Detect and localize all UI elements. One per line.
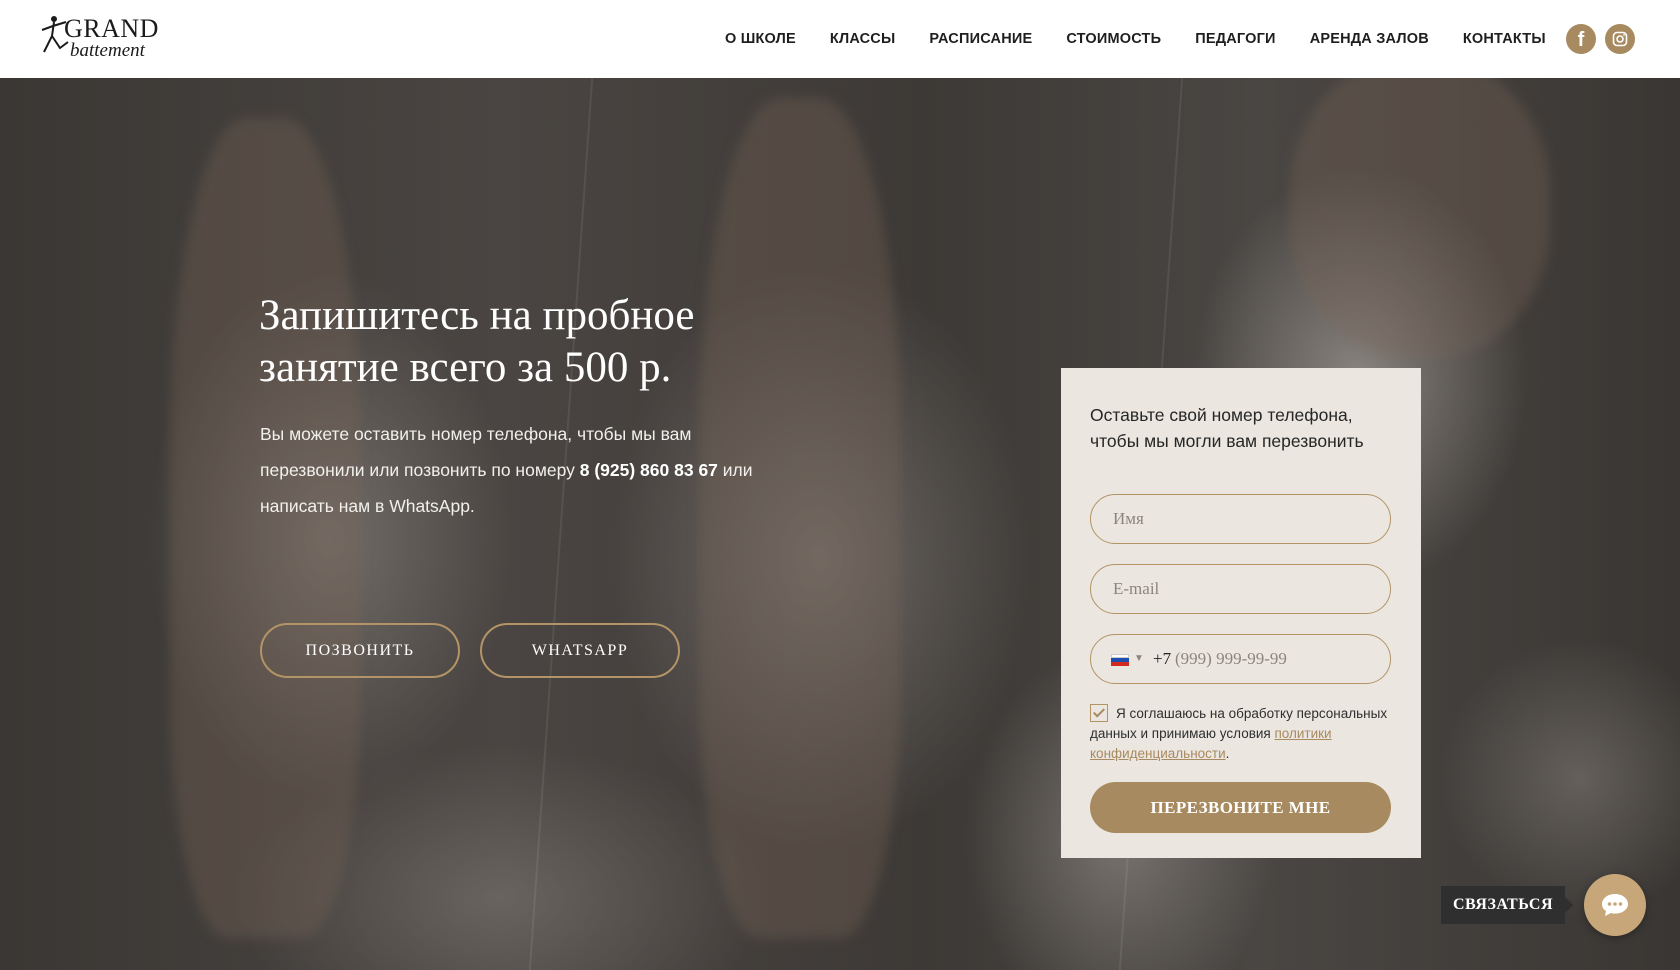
whatsapp-button[interactable]: WHATSAPP (480, 623, 680, 678)
form-title: Оставьте свой номер телефона, чтобы мы м… (1090, 405, 1364, 451)
consent-text: Я соглашаюсь на обработку персональных д… (1090, 706, 1388, 741)
logo-text-battement: battement (70, 40, 145, 61)
nav-prices[interactable]: СТОИМОСТЬ (1066, 31, 1161, 47)
phone-country-code: +7 (1153, 649, 1172, 668)
site-header: GRAND battement О ШКОЛЕ КЛАССЫ РАСПИСАНИ… (0, 0, 1680, 78)
facebook-icon[interactable]: f (1566, 24, 1596, 54)
nav-schedule[interactable]: РАСПИСАНИЕ (929, 31, 1032, 47)
dancer-photo-right (1290, 78, 1550, 358)
country-dropdown-icon[interactable]: ▼ (1134, 653, 1144, 664)
call-button[interactable]: ПОЗВОНИТЬ (260, 623, 460, 678)
hero-phone[interactable]: 8 (925) 860 83 67 (580, 460, 718, 480)
nav-contacts[interactable]: КОНТАКТЫ (1463, 31, 1546, 47)
background-panel-divider (528, 78, 594, 970)
phone-input[interactable] (1175, 643, 1375, 675)
nav-teachers[interactable]: ПЕДАГОГИ (1195, 31, 1275, 47)
email-field[interactable] (1090, 564, 1391, 614)
chat-icon (1602, 894, 1628, 916)
dancer-photo-left (170, 118, 360, 938)
nav-hall-rental[interactable]: АРЕНДА ЗАЛОВ (1310, 31, 1429, 47)
hero-description: Вы можете оставить номер телефона, чтобы… (260, 416, 780, 524)
ru-flag-icon[interactable] (1111, 654, 1129, 666)
hero-section: Запишитесь на пробное занятие всего за 5… (0, 78, 1680, 970)
callback-form: Оставьте свой номер телефона, чтобы мы м… (1061, 368, 1421, 858)
logo[interactable]: GRAND battement (38, 12, 198, 64)
name-field[interactable] (1090, 494, 1391, 544)
instagram-icon[interactable] (1605, 24, 1635, 54)
callback-submit-button[interactable]: ПЕРЕЗВОНИТЕ МНЕ (1090, 782, 1391, 833)
hero-title: Запишитесь на пробное занятие всего за 5… (259, 292, 695, 391)
nav-classes[interactable]: КЛАССЫ (830, 31, 895, 47)
consent-block: Я соглашаюсь на обработку персональных д… (1090, 704, 1400, 764)
phone-field[interactable]: ▼ +7 (1090, 634, 1391, 684)
main-nav: О ШКОЛЕ КЛАССЫ РАСПИСАНИЕ СТОИМОСТЬ ПЕДА… (725, 0, 1546, 78)
instagram-glyph-icon (1612, 31, 1628, 47)
contact-tooltip[interactable]: СВЯЗАТЬСЯ (1441, 886, 1573, 924)
chat-button[interactable] (1584, 874, 1646, 936)
facebook-letter: f (1577, 29, 1585, 51)
consent-text-end: . (1225, 746, 1230, 761)
consent-checkbox[interactable] (1090, 704, 1108, 722)
nav-about[interactable]: О ШКОЛЕ (725, 31, 796, 47)
